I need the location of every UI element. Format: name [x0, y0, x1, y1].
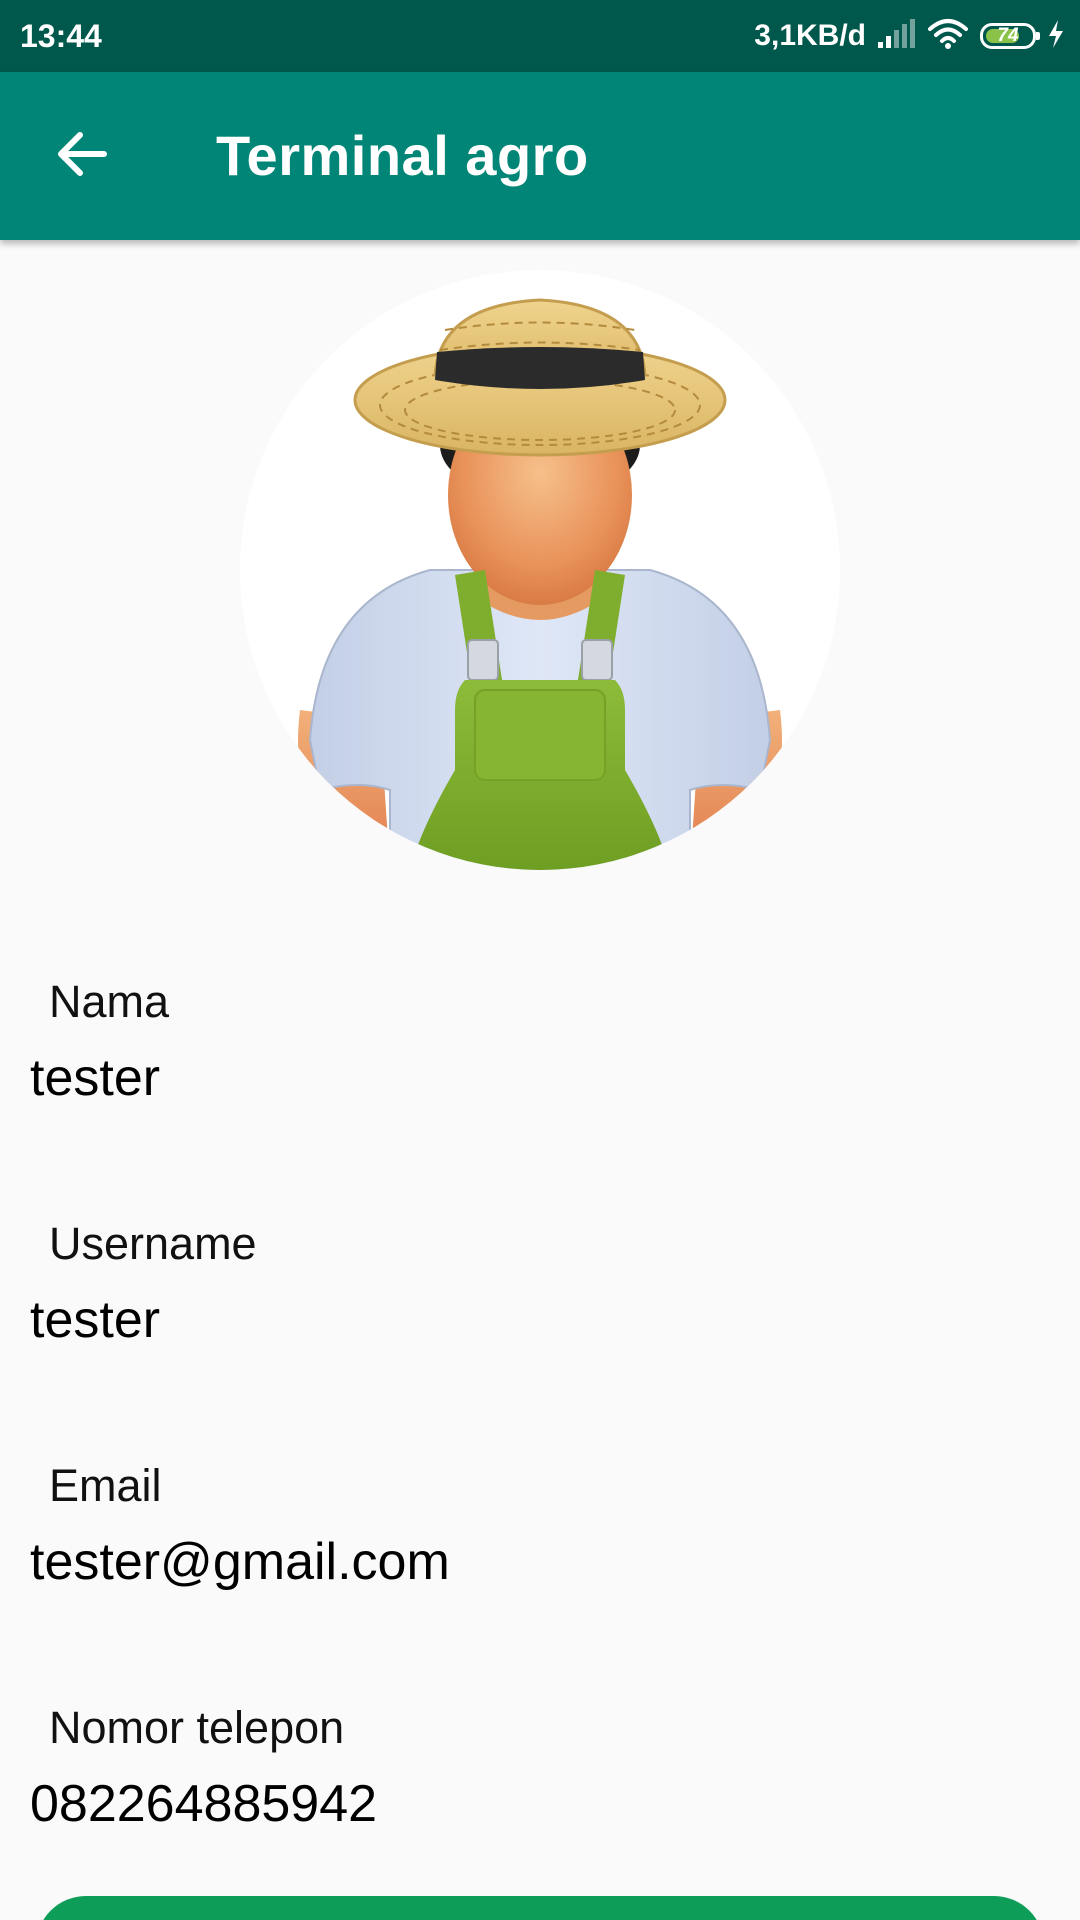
profile-avatar — [240, 270, 840, 870]
username-label: Username — [49, 1218, 257, 1269]
app-title: Terminal agro — [216, 124, 589, 187]
phone-label: Nomor telepon — [49, 1702, 345, 1753]
charging-icon — [1046, 18, 1066, 55]
network-speed: 3,1KB/d — [754, 19, 866, 52]
username-value: tester — [30, 1291, 161, 1349]
status-time: 13:44 — [20, 18, 102, 54]
email-value: tester@gmail.com — [30, 1533, 450, 1591]
signal-icon — [876, 18, 916, 55]
phone-value: 082264885942 — [30, 1775, 378, 1833]
farmer-avatar-icon — [298, 298, 782, 870]
battery-nub — [1036, 32, 1040, 40]
arrow-back-icon — [56, 130, 108, 183]
action-button[interactable] — [36, 1896, 1044, 1920]
email-label: Email — [49, 1460, 162, 1511]
status-bar: 13:44 3,1KB/d 74 — [0, 0, 1080, 72]
name-value: tester — [30, 1049, 161, 1107]
profile-screen: 13:44 3,1KB/d 74 Terminal agro Nama test… — [0, 0, 1080, 1920]
battery-level: 74 — [997, 25, 1019, 46]
name-label: Nama — [49, 976, 170, 1027]
back-button[interactable] — [34, 118, 130, 194]
app-bar: Terminal agro — [0, 72, 1080, 240]
status-indicators: 3,1KB/d 74 — [754, 14, 1066, 58]
battery-icon: 74 — [980, 23, 1040, 49]
wifi-icon — [926, 17, 970, 56]
